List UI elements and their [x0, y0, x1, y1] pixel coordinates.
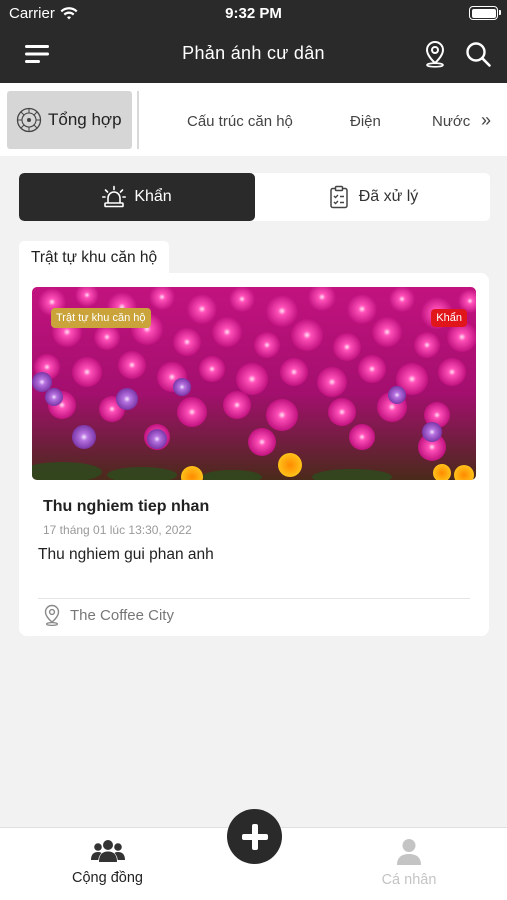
- tab-community[interactable]: Cộng đồng: [60, 838, 155, 886]
- segment-processed-label: Đã xử lý: [358, 188, 419, 205]
- alarm-siren-icon: [102, 185, 127, 208]
- add-report-button[interactable]: [227, 809, 282, 864]
- plus-icon: [241, 823, 268, 850]
- user-icon: [397, 839, 421, 865]
- category-badge: Trật tự khu căn hộ: [51, 308, 151, 328]
- status-segmented-control: Khẩn Đã xử lý: [19, 173, 490, 221]
- report-location: The Coffee City: [43, 604, 174, 626]
- category-tab-apartment-structure[interactable]: Cấu trúc căn hộ: [187, 113, 293, 130]
- clipboard-check-icon: [329, 185, 348, 209]
- navigation-bar: Phản ánh cư dân: [0, 27, 507, 83]
- segment-urgent[interactable]: Khẩn: [19, 173, 255, 221]
- tab-profile[interactable]: Cá nhân: [369, 838, 449, 888]
- card-divider: [38, 598, 470, 599]
- urgent-badge: Khẩn: [431, 309, 467, 327]
- section-header: Trật tự khu căn hộ: [19, 241, 170, 274]
- category-tab-label: Tổng hợp: [48, 110, 122, 129]
- report-title: Thu nghiem tiep nhan: [43, 498, 210, 515]
- segment-processed[interactable]: Đã xử lý: [255, 173, 490, 221]
- tab-profile-label: Cá nhân: [381, 872, 437, 888]
- category-tab-water[interactable]: Nước: [432, 113, 470, 130]
- community-icon: [90, 840, 125, 862]
- search-icon[interactable]: [464, 40, 492, 68]
- report-location-label: The Coffee City: [70, 606, 174, 624]
- double-chevron-right-icon[interactable]: »: [481, 110, 491, 131]
- report-description: Thu nghiem gui phan anh: [38, 546, 214, 563]
- segment-urgent-label: Khẩn: [134, 188, 172, 205]
- category-tab-all[interactable]: Tổng hợp: [7, 91, 132, 149]
- report-card[interactable]: Trật tự khu căn hộ Khẩn Thu nghiem tiep …: [19, 273, 489, 636]
- location-pin-icon: [44, 604, 60, 626]
- battery-icon: [469, 6, 501, 20]
- location-pin-icon[interactable]: [422, 40, 448, 68]
- status-bar: Carrier 9:32 PM: [0, 0, 507, 27]
- tab-community-label: Cộng đồng: [72, 870, 143, 886]
- category-bar: Tổng hợp Cấu trúc căn hộ Điện Nước »: [0, 83, 507, 156]
- category-divider: [137, 91, 139, 149]
- aperture-icon: [16, 107, 42, 133]
- report-image[interactable]: Trật tự khu căn hộ Khẩn: [32, 287, 476, 480]
- report-date: 17 tháng 01 lúc 13:30, 2022: [43, 523, 192, 537]
- category-tab-electricity[interactable]: Điện: [350, 113, 381, 130]
- clock: 9:32 PM: [225, 5, 282, 22]
